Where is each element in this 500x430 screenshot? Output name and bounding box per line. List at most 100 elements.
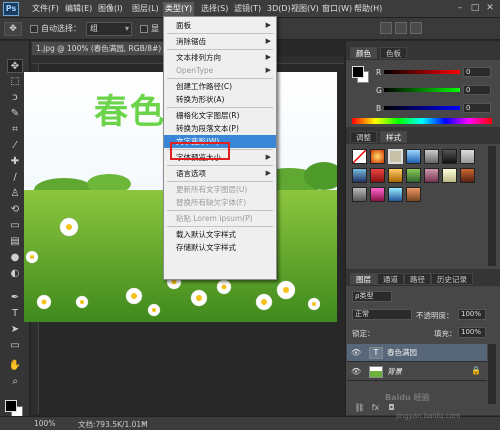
marquee-tool-icon[interactable]: ⬚ [7,75,23,89]
3d-mode-icon[interactable] [410,22,422,34]
style-swatch[interactable] [370,187,385,202]
type-menu-item[interactable]: 创建工作路径(C) [164,80,276,93]
layer-style-icon[interactable]: fx [370,402,381,413]
style-swatch[interactable] [406,187,421,202]
type-menu-item[interactable]: 消除锯齿 ▶ [164,35,276,48]
hand-tool-icon[interactable]: ✋ [7,359,23,373]
tab-channels[interactable]: 通道 [377,273,404,285]
style-swatch[interactable] [406,149,421,164]
crop-tool-icon[interactable]: ⌗ [7,123,23,137]
menu-item-1[interactable]: 编辑(E) [63,2,94,16]
status-menu-arrow-icon[interactable]: ▸ [142,418,146,427]
type-menu-item[interactable]: 语言选项 ▶ [164,167,276,180]
style-swatch[interactable] [352,187,367,202]
clone-stamp-tool-icon[interactable]: ♙ [7,187,23,201]
show-transform-checkbox[interactable] [140,25,148,33]
shape-tool-icon[interactable]: ▭ [7,339,23,353]
quick-select-tool-icon[interactable]: ✎ [7,107,23,121]
zoom-tool-icon[interactable]: ⌕ [7,375,23,389]
tab-layers[interactable]: 图层 [350,273,377,285]
tab-adjustments[interactable]: 调整 [350,131,377,143]
auto-select-dropdown[interactable]: 组 [86,22,132,36]
brush-tool-icon[interactable]: ∕ [7,171,23,185]
style-swatch[interactable] [352,168,367,183]
layer-row-text[interactable]: 👁 T 春色满园 [347,344,487,362]
minimize-button[interactable]: – [454,3,466,14]
layer-row-background[interactable]: 👁 背景 🔒 [347,363,487,381]
tab-swatches[interactable]: 色板 [380,47,407,59]
style-swatch[interactable] [388,149,403,164]
menu-item-10[interactable]: 帮助(H) [352,2,384,16]
menu-item-2[interactable]: 图像(I) [96,2,125,16]
healing-tool-icon[interactable]: ✚ [7,155,23,169]
pen-tool-icon[interactable]: ✒ [7,291,23,305]
style-swatch[interactable] [460,149,475,164]
style-swatch[interactable] [424,168,439,183]
green-value-field[interactable]: 0 [463,85,491,95]
menu-item-5[interactable]: 选择(S) [199,2,230,16]
tab-styles[interactable]: 样式 [380,131,407,143]
history-brush-tool-icon[interactable]: ⟲ [7,203,23,217]
menu-item-3[interactable]: 图层(L) [130,2,161,16]
layers-scrollbar[interactable] [488,344,496,404]
style-swatch[interactable] [370,149,385,164]
fill-field[interactable]: 100% [458,327,486,338]
move-tool-icon[interactable]: ✥ [7,59,23,73]
style-swatch[interactable] [442,149,457,164]
distribute-icon[interactable] [395,22,407,34]
blue-slider[interactable] [384,106,460,110]
style-swatch[interactable] [442,168,457,183]
align-icon[interactable] [380,22,392,34]
style-swatch[interactable] [388,168,403,183]
layer-filter-dropdown[interactable]: ρ类型 [352,291,392,302]
gradient-tool-icon[interactable]: ▤ [7,235,23,249]
foreground-color-swatch[interactable] [5,400,17,412]
dodge-tool-icon[interactable]: ◐ [7,267,23,281]
color-spectrum-bar[interactable] [352,118,492,124]
style-none[interactable] [352,149,367,164]
blur-tool-icon[interactable]: ● [7,251,23,265]
tab-paths[interactable]: 路径 [404,273,431,285]
path-select-tool-icon[interactable]: ➤ [7,323,23,337]
submenu-arrow-icon: ▶ [265,21,271,29]
link-layers-icon[interactable]: ⛓ [354,402,365,413]
style-swatch[interactable] [424,149,439,164]
menu-item-6[interactable]: 滤镜(T) [232,2,263,16]
type-menu-item[interactable]: 载入默认文字样式 [164,228,276,241]
menu-item-9[interactable]: 窗口(W) [320,2,354,16]
type-menu-item[interactable]: 面板 ▶ [164,19,276,32]
opacity-field[interactable]: 100% [458,309,486,320]
menu-item-4[interactable]: 类型(Y) [163,2,195,16]
type-menu-item[interactable]: 转换为形状(A) [164,93,276,106]
green-slider[interactable] [384,88,460,92]
zoom-level[interactable]: 100% [34,419,55,428]
blue-value-field[interactable]: 0 [463,103,491,113]
styles-scrollbar[interactable] [488,146,496,266]
type-tool-icon[interactable]: T [7,307,23,321]
maximize-button[interactable]: □ [469,3,481,14]
eye-icon[interactable]: 👁 [351,348,361,357]
eye-icon[interactable]: 👁 [351,367,361,376]
close-button[interactable]: ✕ [484,3,496,14]
type-menu-item[interactable]: 存储默认文字样式 [164,241,276,254]
color-panel-fg-swatch[interactable] [352,66,364,78]
type-menu-item[interactable]: 转换为段落文本(P) [164,122,276,135]
red-value-field[interactable]: 0 [463,67,491,77]
style-swatch[interactable] [388,187,403,202]
move-tool-preset-icon[interactable]: ✥ [4,22,22,36]
tab-color[interactable]: 颜色 [350,47,377,59]
eraser-tool-icon[interactable]: ▭ [7,219,23,233]
red-slider[interactable] [384,70,460,74]
tab-history[interactable]: 历史记录 [431,273,473,285]
blend-mode-dropdown[interactable]: 正常 [352,309,412,320]
menu-item-0[interactable]: 文件(F) [30,2,61,16]
type-menu-item[interactable]: 栅格化文字图层(R) [164,109,276,122]
menu-item-8[interactable]: 视图(V) [289,2,321,16]
eyedropper-tool-icon[interactable]: ⁄ [7,139,23,153]
style-swatch[interactable] [406,168,421,183]
lasso-tool-icon[interactable]: ↄ [7,91,23,105]
style-swatch[interactable] [370,168,385,183]
style-swatch[interactable] [460,168,475,183]
auto-select-checkbox[interactable] [30,25,38,33]
type-menu-item[interactable]: 文本排列方向 ▶ [164,51,276,64]
